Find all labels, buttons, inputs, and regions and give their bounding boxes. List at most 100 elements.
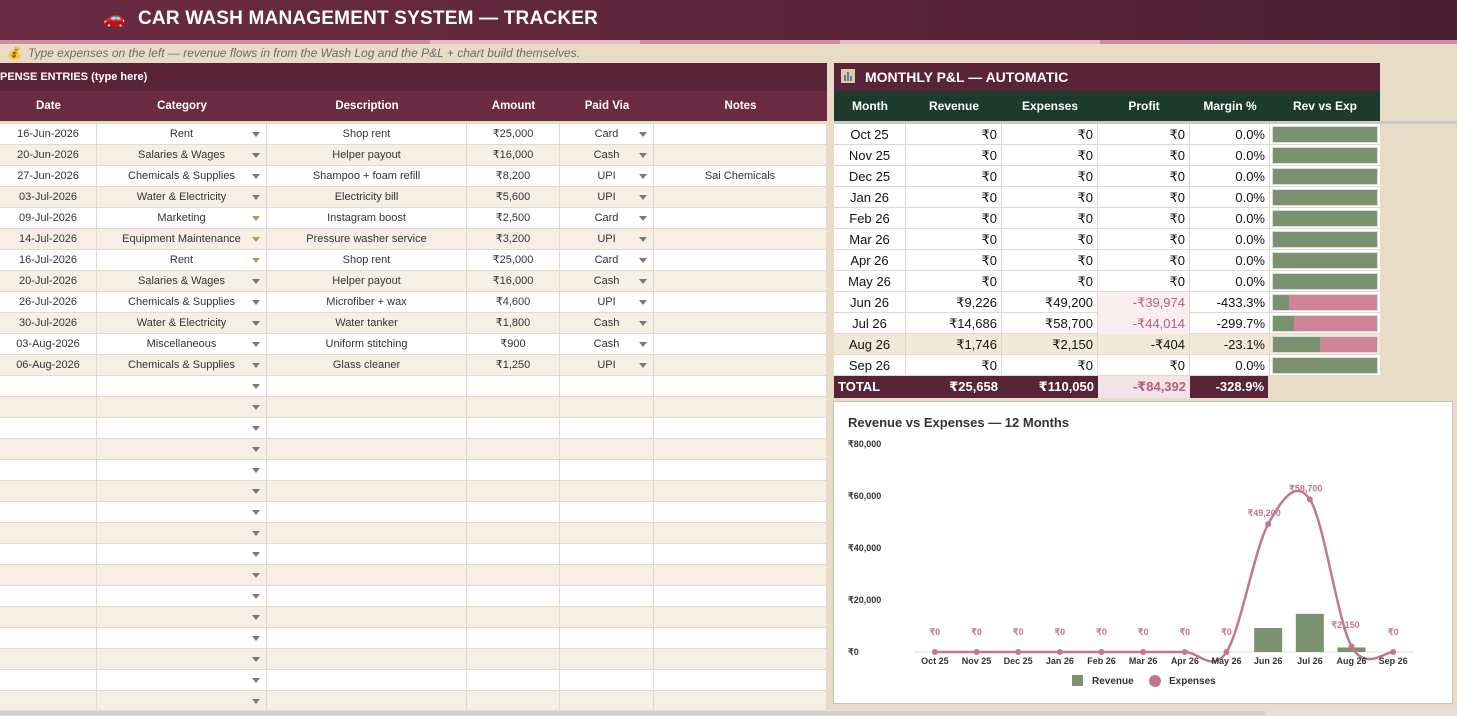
expense-cell-category[interactable]: Miscellaneous — [97, 334, 267, 355]
expense-cell-category[interactable] — [97, 649, 267, 670]
column-header-notes[interactable]: Notes — [654, 100, 827, 112]
chevron-down-icon[interactable] — [252, 636, 260, 641]
chevron-down-icon[interactable] — [252, 384, 260, 389]
expense-cell-category[interactable]: Equipment Maintenance — [97, 229, 267, 250]
expense-cell-description[interactable] — [267, 460, 467, 481]
expense-cell-description[interactable]: Pressure washer service — [267, 229, 467, 250]
expense-cell-amount[interactable] — [467, 544, 560, 565]
horizontal-scrollbar[interactable] — [0, 710, 1457, 716]
expense-cell-paid-via[interactable] — [560, 481, 654, 502]
expense-cell-amount[interactable] — [467, 460, 560, 481]
pl-cell-profit[interactable]: -₹44,014 — [1098, 313, 1190, 334]
expense-cell-notes[interactable] — [654, 376, 827, 397]
pl-cell-revenue[interactable]: ₹0 — [906, 250, 1002, 271]
expense-cell-date[interactable] — [0, 628, 97, 649]
chevron-down-icon[interactable] — [639, 237, 647, 242]
pl-cell-profit[interactable]: ₹0 — [1098, 124, 1190, 145]
expense-cell-category[interactable]: Marketing — [97, 208, 267, 229]
chevron-down-icon[interactable] — [252, 552, 260, 557]
chevron-down-icon[interactable] — [252, 174, 260, 179]
revenue-expenses-chart[interactable]: Revenue vs Expenses — 12 Months ₹0 ₹20,00… — [833, 401, 1453, 704]
pl-cell-month[interactable]: Dec 25 — [834, 166, 906, 187]
expense-cell-description[interactable] — [267, 649, 467, 670]
chevron-down-icon[interactable] — [252, 615, 260, 620]
expense-cell-date[interactable] — [0, 649, 97, 670]
expense-cell-category[interactable] — [97, 439, 267, 460]
expense-cell-amount[interactable]: ₹900 — [467, 334, 560, 355]
expense-cell-date[interactable]: 27-Jun-2026 — [0, 166, 97, 187]
expense-cell-amount[interactable] — [467, 628, 560, 649]
expense-cell-amount[interactable]: ₹16,000 — [467, 145, 560, 166]
expense-cell-paid-via[interactable] — [560, 523, 654, 544]
expense-cell-amount[interactable] — [467, 523, 560, 544]
chevron-down-icon[interactable] — [252, 216, 260, 221]
expense-cell-description[interactable]: Uniform stitching — [267, 334, 467, 355]
expense-cell-description[interactable] — [267, 544, 467, 565]
expense-cell-amount[interactable]: ₹2,500 — [467, 208, 560, 229]
expense-cell-notes[interactable] — [654, 334, 827, 355]
expense-cell-notes[interactable] — [654, 649, 827, 670]
pl-cell-revenue[interactable]: ₹0 — [906, 124, 1002, 145]
expense-cell-date[interactable]: 20-Jul-2026 — [0, 271, 97, 292]
expense-cell-paid-via[interactable] — [560, 649, 654, 670]
pl-cell-revenue[interactable]: ₹0 — [906, 166, 1002, 187]
expense-cell-amount[interactable] — [467, 439, 560, 460]
pl-cell-expenses[interactable]: ₹0 — [1002, 124, 1098, 145]
expense-cell-notes[interactable] — [654, 670, 827, 691]
chevron-down-icon[interactable] — [252, 573, 260, 578]
chevron-down-icon[interactable] — [252, 468, 260, 473]
expense-cell-paid-via[interactable] — [560, 607, 654, 628]
column-header-paid-via[interactable]: Paid Via — [560, 100, 654, 112]
pl-cell-revenue[interactable]: ₹0 — [906, 208, 1002, 229]
expense-cell-notes[interactable] — [654, 439, 827, 460]
expense-cell-amount[interactable]: ₹5,600 — [467, 187, 560, 208]
pl-cell-margin[interactable]: 0.0% — [1190, 166, 1270, 187]
expense-cell-notes[interactable] — [654, 124, 827, 145]
expense-cell-date[interactable]: 30-Jul-2026 — [0, 313, 97, 334]
expense-cell-notes[interactable] — [654, 418, 827, 439]
expense-cell-notes[interactable] — [654, 229, 827, 250]
expense-cell-amount[interactable] — [467, 586, 560, 607]
chevron-down-icon[interactable] — [252, 426, 260, 431]
expense-cell-category[interactable] — [97, 523, 267, 544]
chevron-down-icon[interactable] — [252, 342, 260, 347]
expense-cell-amount[interactable] — [467, 418, 560, 439]
pl-cell-margin[interactable]: 0.0% — [1190, 271, 1270, 292]
expense-cell-amount[interactable]: ₹16,000 — [467, 271, 560, 292]
expense-cell-category[interactable] — [97, 376, 267, 397]
chevron-down-icon[interactable] — [639, 321, 647, 326]
expense-cell-date[interactable] — [0, 481, 97, 502]
pl-cell-margin[interactable]: -433.3% — [1190, 292, 1270, 313]
pl-cell-margin[interactable]: 0.0% — [1190, 208, 1270, 229]
total-expenses[interactable]: ₹110,050 — [1002, 376, 1098, 398]
column-header-amount[interactable]: Amount — [467, 100, 560, 112]
pl-cell-expenses[interactable]: ₹49,200 — [1002, 292, 1098, 313]
expense-cell-description[interactable]: Microfiber + wax — [267, 292, 467, 313]
expense-cell-amount[interactable] — [467, 691, 560, 712]
expense-cell-category[interactable] — [97, 586, 267, 607]
expense-cell-date[interactable] — [0, 607, 97, 628]
expense-cell-notes[interactable] — [654, 355, 827, 376]
expense-cell-date[interactable] — [0, 418, 97, 439]
expense-cell-notes[interactable] — [654, 187, 827, 208]
expense-cell-notes[interactable] — [654, 208, 827, 229]
expense-cell-amount[interactable] — [467, 670, 560, 691]
pl-cell-month[interactable]: Oct 25 — [834, 124, 906, 145]
pl-cell-expenses[interactable]: ₹0 — [1002, 145, 1098, 166]
expense-cell-category[interactable] — [97, 544, 267, 565]
expense-cell-description[interactable] — [267, 523, 467, 544]
chevron-down-icon[interactable] — [252, 300, 260, 305]
pl-cell-profit[interactable]: ₹0 — [1098, 229, 1190, 250]
expense-cell-paid-via[interactable] — [560, 460, 654, 481]
pl-cell-expenses[interactable]: ₹58,700 — [1002, 313, 1098, 334]
expense-cell-paid-via[interactable] — [560, 628, 654, 649]
expense-cell-date[interactable]: 14-Jul-2026 — [0, 229, 97, 250]
chevron-down-icon[interactable] — [639, 153, 647, 158]
expense-cell-date[interactable]: 16-Jun-2026 — [0, 124, 97, 145]
chevron-down-icon[interactable] — [639, 174, 647, 179]
expense-cell-amount[interactable] — [467, 397, 560, 418]
chevron-down-icon[interactable] — [639, 195, 647, 200]
chevron-down-icon[interactable] — [252, 132, 260, 137]
expense-cell-date[interactable] — [0, 691, 97, 712]
expense-cell-description[interactable] — [267, 586, 467, 607]
